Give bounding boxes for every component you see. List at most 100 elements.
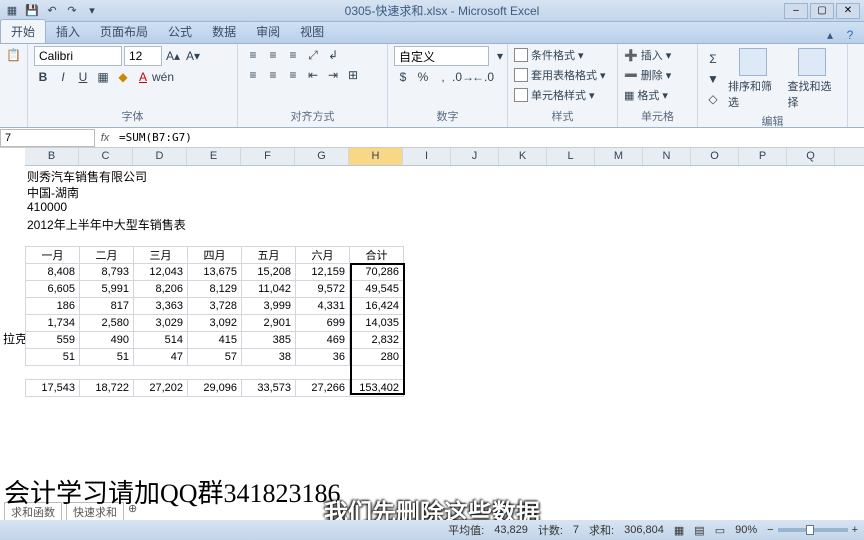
zoom-out-icon[interactable]: − <box>767 524 773 536</box>
data-cell[interactable]: 15,208 <box>242 264 296 281</box>
data-cell[interactable]: 14,035 <box>350 315 404 332</box>
col-header[interactable]: K <box>499 148 547 165</box>
align-bottom-icon[interactable]: ≡ <box>284 46 302 64</box>
total-cell[interactable]: 27,266 <box>296 380 350 397</box>
table-format-button[interactable]: 套用表格格式▾ <box>514 66 606 84</box>
col-header[interactable]: M <box>595 148 643 165</box>
month-header[interactable]: 二月 <box>80 247 134 264</box>
col-header[interactable]: E <box>187 148 241 165</box>
zoom-slider[interactable]: − + <box>767 524 858 536</box>
total-cell[interactable]: 153,402 <box>350 380 404 397</box>
view-break-icon[interactable]: ▭ <box>715 524 725 537</box>
underline-button[interactable]: U <box>74 68 92 86</box>
month-header[interactable]: 合计 <box>350 247 404 264</box>
grow-font-icon[interactable]: A▴ <box>164 47 182 65</box>
worksheet-grid[interactable]: B C D E F G H I J K L M N O P Q 则秀汽车销售有限… <box>0 148 864 488</box>
phonetic-icon[interactable]: wén <box>154 68 172 86</box>
zoom-level[interactable]: 90% <box>735 524 757 536</box>
conditional-format-button[interactable]: 条件格式▾ <box>514 46 584 64</box>
data-cell[interactable]: 38 <box>242 349 296 366</box>
data-cell[interactable]: 8,129 <box>188 281 242 298</box>
tab-review[interactable]: 审阅 <box>246 20 290 43</box>
tab-formulas[interactable]: 公式 <box>158 20 202 43</box>
data-cell[interactable]: 51 <box>26 349 80 366</box>
shrink-font-icon[interactable]: A▾ <box>184 47 202 65</box>
excel-icon[interactable]: ▦ <box>4 3 20 19</box>
data-cell[interactable]: 4,331 <box>296 298 350 315</box>
data-cell[interactable]: 490 <box>80 332 134 349</box>
col-header[interactable]: F <box>241 148 295 165</box>
number-format-select[interactable] <box>394 46 489 66</box>
align-left-icon[interactable]: ≡ <box>244 66 262 84</box>
data-cell[interactable]: 12,043 <box>134 264 188 281</box>
fill-color-icon[interactable]: ◆ <box>114 68 132 86</box>
fx-icon[interactable]: fx <box>95 132 115 144</box>
comma-icon[interactable]: , <box>434 68 452 86</box>
tab-data[interactable]: 数据 <box>202 20 246 43</box>
data-cell[interactable]: 57 <box>188 349 242 366</box>
indent-inc-icon[interactable]: ⇥ <box>324 66 342 84</box>
fill-icon[interactable]: ▼ <box>704 70 722 88</box>
data-cell[interactable]: 13,675 <box>188 264 242 281</box>
data-cell[interactable]: 3,363 <box>134 298 188 315</box>
col-header[interactable]: H <box>349 148 403 165</box>
zoom-in-icon[interactable]: + <box>852 524 858 536</box>
help-icon[interactable]: ? <box>842 27 858 43</box>
insert-cells-button[interactable]: ➕插入▾ <box>624 46 671 64</box>
cell-text[interactable]: 中国-湖南 <box>27 184 79 201</box>
data-cell[interactable]: 2,832 <box>350 332 404 349</box>
tab-home[interactable]: 开始 <box>0 19 46 43</box>
orientation-icon[interactable]: ⤢ <box>304 46 322 64</box>
data-cell[interactable]: 6,605 <box>26 281 80 298</box>
data-cell[interactable]: 8,408 <box>26 264 80 281</box>
increase-decimal-icon[interactable]: .0→ <box>454 68 472 86</box>
data-cell[interactable]: 8,793 <box>80 264 134 281</box>
col-header[interactable]: N <box>643 148 691 165</box>
cell-style-button[interactable]: 单元格样式▾ <box>514 86 595 104</box>
merge-icon[interactable]: ⊞ <box>344 66 362 84</box>
data-cell[interactable]: 2,580 <box>80 315 134 332</box>
decrease-decimal-icon[interactable]: ←.0 <box>474 68 492 86</box>
bold-button[interactable]: B <box>34 68 52 86</box>
col-header[interactable]: I <box>403 148 451 165</box>
col-header[interactable]: G <box>295 148 349 165</box>
wrap-text-icon[interactable]: ↲ <box>324 46 342 64</box>
formula-input[interactable] <box>115 129 864 147</box>
close-button[interactable]: ✕ <box>836 3 860 19</box>
indent-dec-icon[interactable]: ⇤ <box>304 66 322 84</box>
data-cell[interactable]: 49,545 <box>350 281 404 298</box>
col-header[interactable]: L <box>547 148 595 165</box>
redo-icon[interactable]: ↷ <box>64 3 80 19</box>
data-cell[interactable]: 186 <box>26 298 80 315</box>
col-header[interactable]: Q <box>787 148 835 165</box>
data-cell[interactable]: 36 <box>296 349 350 366</box>
data-cell[interactable]: 51 <box>80 349 134 366</box>
col-header[interactable]: C <box>79 148 133 165</box>
month-header[interactable]: 五月 <box>242 247 296 264</box>
align-middle-icon[interactable]: ≡ <box>264 46 282 64</box>
maximize-button[interactable]: ▢ <box>810 3 834 19</box>
clear-icon[interactable]: ◇ <box>704 90 722 108</box>
currency-icon[interactable]: $ <box>394 68 412 86</box>
tab-layout[interactable]: 页面布局 <box>90 20 158 43</box>
col-header[interactable]: O <box>691 148 739 165</box>
data-cell[interactable]: 9,572 <box>296 281 350 298</box>
data-cell[interactable]: 469 <box>296 332 350 349</box>
col-header[interactable]: D <box>133 148 187 165</box>
border-icon[interactable]: ▦ <box>94 68 112 86</box>
view-layout-icon[interactable]: ▤ <box>694 524 704 537</box>
month-header[interactable]: 四月 <box>188 247 242 264</box>
paste-icon[interactable]: 📋 <box>6 46 21 64</box>
data-cell[interactable]: 559 <box>26 332 80 349</box>
data-cell[interactable]: 8,206 <box>134 281 188 298</box>
month-header[interactable]: 一月 <box>26 247 80 264</box>
qat-dropdown-icon[interactable]: ▾ <box>84 3 100 19</box>
minimize-button[interactable]: – <box>784 3 808 19</box>
data-cell[interactable]: 280 <box>350 349 404 366</box>
cell-text[interactable]: 拉克 <box>3 330 27 347</box>
data-cell[interactable]: 16,424 <box>350 298 404 315</box>
numfmt-dropdown-icon[interactable]: ▾ <box>491 47 509 65</box>
font-name-input[interactable] <box>34 46 122 66</box>
data-cell[interactable]: 3,999 <box>242 298 296 315</box>
align-right-icon[interactable]: ≡ <box>284 66 302 84</box>
